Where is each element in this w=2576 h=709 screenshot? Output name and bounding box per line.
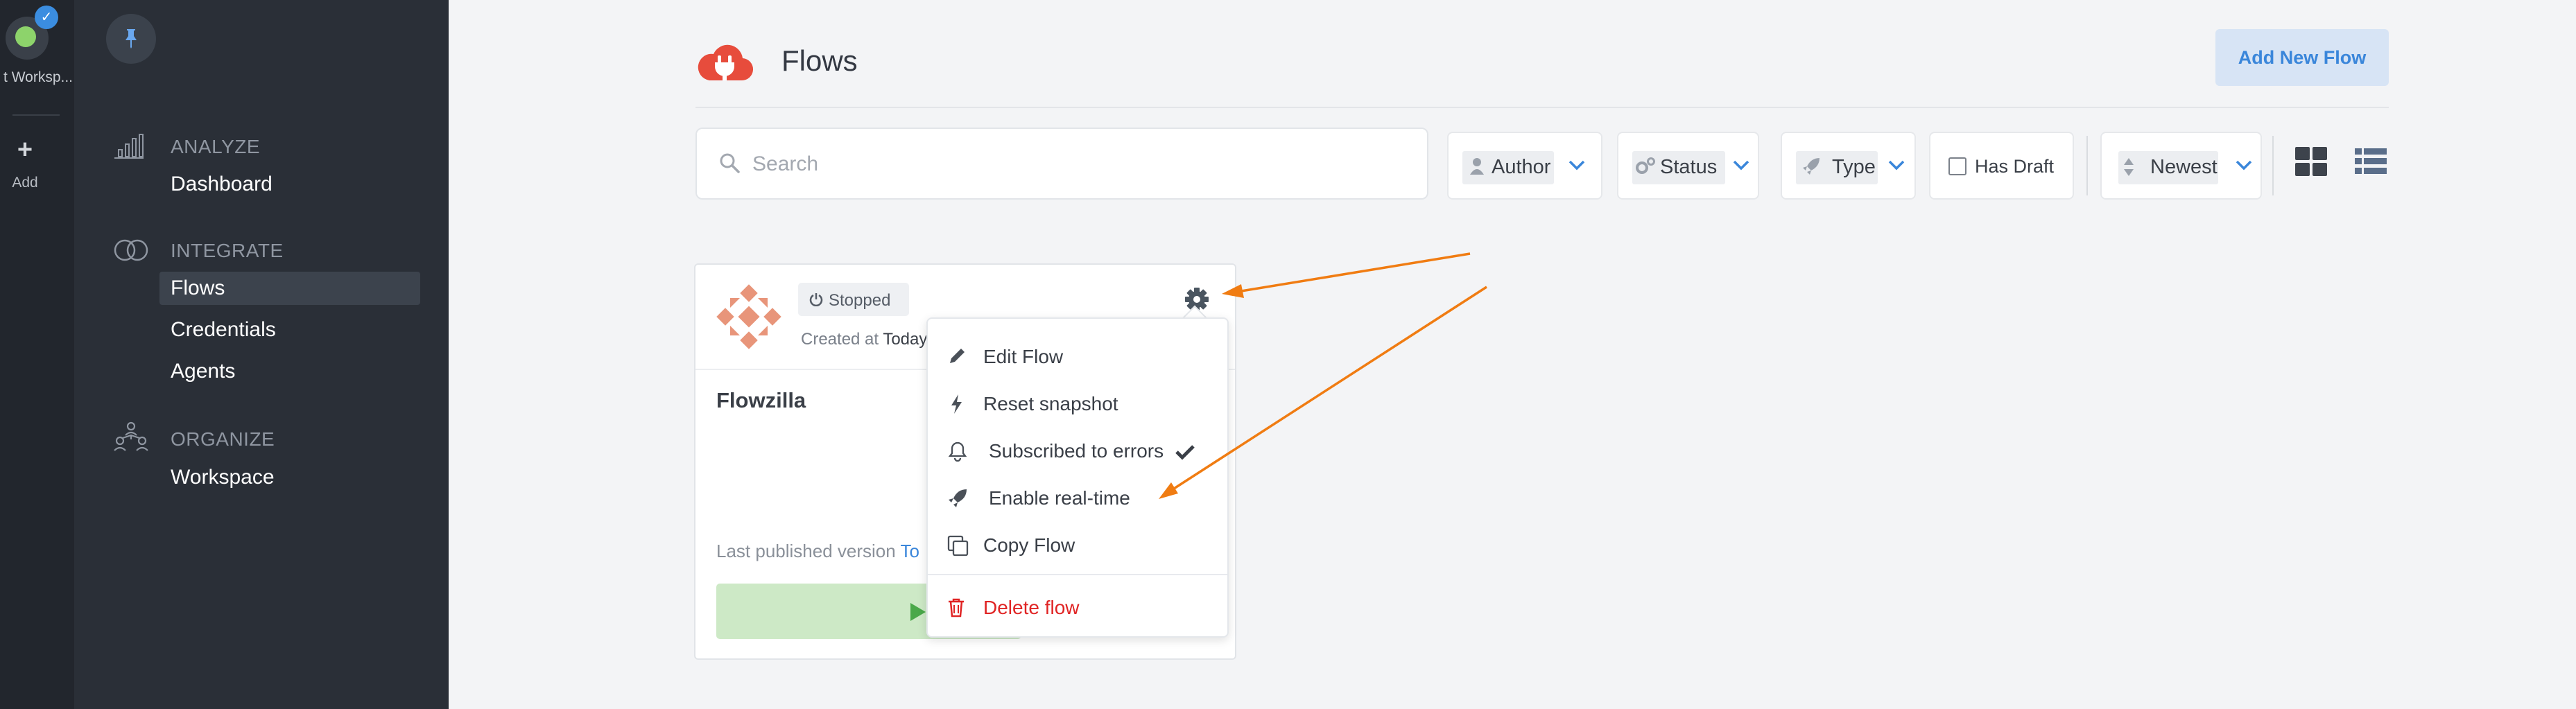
annotation-arrow-to-realtime [1173, 286, 1487, 490]
arrow-head [1159, 482, 1178, 499]
annotation-arrows [1159, 252, 1487, 499]
arrow-head [1222, 284, 1244, 298]
annotation-arrow-to-gear [1241, 252, 1471, 292]
